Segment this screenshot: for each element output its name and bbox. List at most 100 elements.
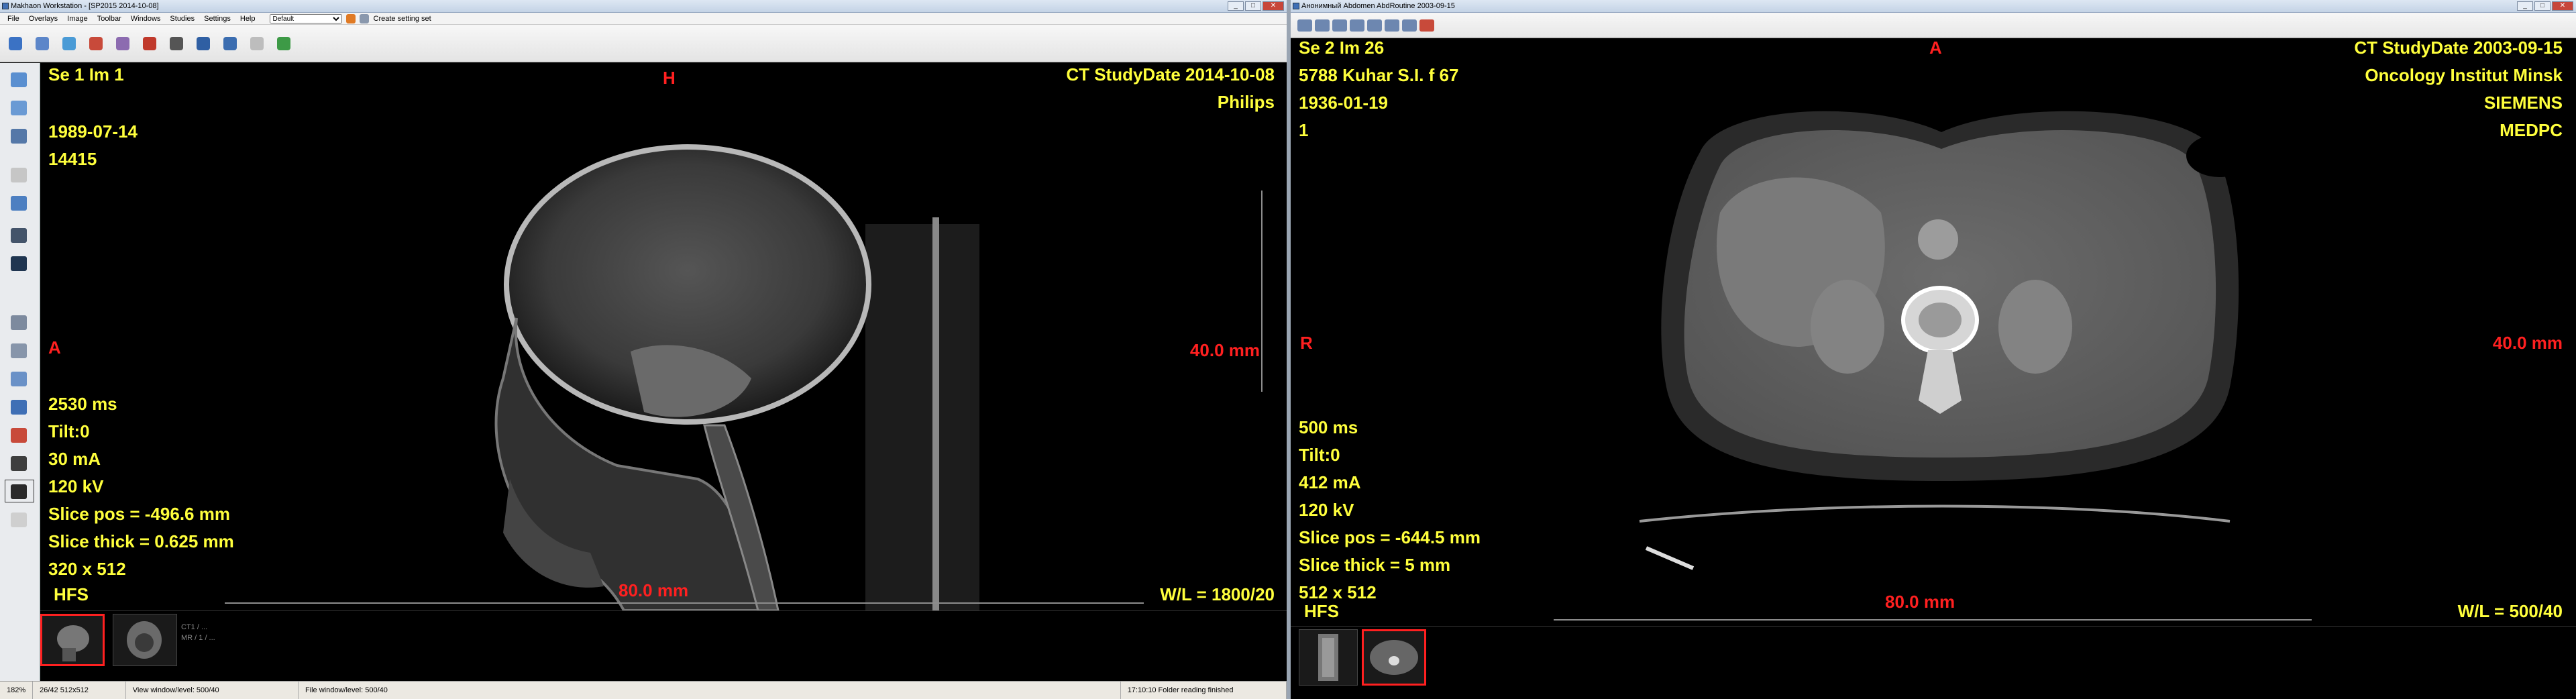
- thumbnail-caption-2: MR / 1 / ...: [181, 634, 215, 642]
- tool-monitor[interactable]: [5, 224, 34, 246]
- main-toolbar: [0, 25, 1287, 62]
- search-icon: [11, 196, 27, 211]
- thumbnail-head-image: [127, 621, 162, 659]
- save-button[interactable]: [31, 32, 54, 56]
- gear-icon[interactable]: [359, 13, 369, 23]
- thumbnail-caption-1: CT1 / ...: [181, 623, 208, 631]
- menu-studies[interactable]: Studies: [165, 13, 199, 25]
- left-image-viewport[interactable]: Se 1 Im 1 1989-07-14 14415 H CT StudyDat…: [40, 63, 1287, 610]
- menu-file[interactable]: File: [3, 13, 24, 25]
- close-series-icon[interactable]: [1419, 19, 1434, 32]
- tool-disabled-2[interactable]: [5, 508, 34, 530]
- folder-icon: [9, 36, 22, 50]
- menu-help[interactable]: Help: [235, 13, 260, 25]
- tool-pencil[interactable]: [5, 311, 34, 333]
- settings-button[interactable]: [138, 32, 161, 56]
- right-image-viewport[interactable]: Se 2 Im 26 5788 Kuhar S.I. f 67 1936-01-…: [1291, 38, 2576, 626]
- menu-overlays[interactable]: Overlays: [24, 13, 62, 25]
- grid-icon[interactable]: [1385, 19, 1399, 32]
- screen-icon: [11, 256, 27, 271]
- vertical-scale-label: 40.0 mm: [1189, 340, 1260, 360]
- kvp: 120 kV: [48, 476, 104, 496]
- orientation-left: R: [1300, 333, 1313, 353]
- exposure-time: 500 ms: [1299, 417, 1358, 437]
- tool-contrast[interactable]: [5, 452, 34, 474]
- tube-current: 412 mA: [1299, 472, 1361, 492]
- thumbnail-axial-image: [1370, 640, 1418, 675]
- network-icon: [223, 36, 237, 50]
- patient-id: 14415: [48, 149, 97, 169]
- shield-icon[interactable]: [345, 13, 356, 23]
- left-workstation-window: Makhaon Workstation - [SP2015 2014-10-08…: [0, 0, 1287, 699]
- right-title-bar: Анонимный Abdomen AbdRoutine 2003-09-15 …: [1291, 0, 2576, 13]
- tool-patient[interactable]: [5, 68, 34, 90]
- tool-window-level[interactable]: [5, 480, 34, 502]
- manufacturer: SIEMENS: [2483, 93, 2563, 113]
- study-date: CT StudyDate 2003-09-15: [2354, 38, 2563, 58]
- institution: Oncology Institut Minsk: [2365, 65, 2563, 85]
- forward-icon[interactable]: [1315, 19, 1330, 32]
- layout-icon: [197, 36, 210, 50]
- menu-settings[interactable]: Settings: [199, 13, 235, 25]
- thumbnail-series-2[interactable]: [1362, 629, 1426, 686]
- open-folder-button[interactable]: [4, 32, 27, 56]
- study-date: CT StudyDate 2014-10-08: [1066, 64, 1275, 85]
- red-tool-button[interactable]: [85, 32, 107, 56]
- tool-measure[interactable]: [5, 339, 34, 361]
- slice-position: Slice pos = -496.6 mm: [48, 504, 230, 524]
- horizontal-ruler: [1554, 619, 2312, 626]
- tool-disabled-1[interactable]: [5, 164, 34, 185]
- filter-icon: [170, 36, 183, 50]
- maximize-button[interactable]: □: [1245, 1, 1261, 11]
- orientation-top: A: [1929, 38, 1942, 58]
- tool-angle[interactable]: [5, 368, 34, 389]
- minimize-button[interactable]: _: [1228, 1, 1244, 11]
- filter-button[interactable]: [165, 32, 188, 56]
- menu-windows[interactable]: Windows: [126, 13, 166, 25]
- tool-search[interactable]: [5, 192, 34, 213]
- create-setting-set-link[interactable]: Create setting set: [369, 13, 436, 25]
- wrench-icon: [143, 36, 156, 50]
- horizontal-scale-label: 80.0 mm: [1885, 592, 1955, 612]
- right-minimize-button[interactable]: _: [2517, 1, 2533, 11]
- printer-icon: [116, 36, 129, 50]
- disabled-icon: [11, 513, 27, 527]
- tool-arrow[interactable]: [5, 396, 34, 417]
- tool-icon: [89, 36, 103, 50]
- export-button[interactable]: [58, 32, 80, 56]
- series-image-label: Se 2 Im 26: [1299, 38, 1385, 58]
- play-icon[interactable]: [1332, 19, 1347, 32]
- flag-icon: [11, 428, 27, 443]
- thumbnail-series-2[interactable]: [113, 614, 177, 666]
- monitor-icon: [11, 228, 27, 243]
- close-button[interactable]: ✕: [1263, 1, 1284, 11]
- right-close-button[interactable]: ✕: [2552, 1, 2573, 11]
- sync-icon[interactable]: [1367, 19, 1382, 32]
- check-button[interactable]: [272, 32, 295, 56]
- tool-screen[interactable]: [5, 252, 34, 274]
- menu-image[interactable]: Image: [62, 13, 93, 25]
- export-icon[interactable]: [1402, 19, 1417, 32]
- tool-database[interactable]: [5, 125, 34, 146]
- back-icon[interactable]: [1297, 19, 1312, 32]
- layout-icon[interactable]: [1350, 19, 1364, 32]
- network-button[interactable]: [219, 32, 241, 56]
- kvp: 120 kV: [1299, 500, 1354, 520]
- patient-name: 5788 Kuhar S.I. f 67: [1299, 65, 1459, 85]
- print-button[interactable]: [111, 32, 134, 56]
- tool-flag[interactable]: [5, 424, 34, 445]
- orientation-left: A: [48, 337, 61, 358]
- tool-users[interactable]: [5, 97, 34, 118]
- thumbnail-series-1[interactable]: [40, 614, 105, 666]
- setting-preset-select[interactable]: Default: [269, 13, 342, 23]
- menu-toolbar[interactable]: Toolbar: [93, 13, 126, 25]
- thumbnail-series-1[interactable]: [1299, 629, 1358, 686]
- right-maximize-button[interactable]: □: [2534, 1, 2551, 11]
- study-window-icon: [1293, 3, 1299, 9]
- thumbnail-scout-image: [1318, 634, 1338, 681]
- layout-button[interactable]: [192, 32, 215, 56]
- study-toolbar: [1291, 13, 2576, 38]
- disabled-icon: [250, 36, 264, 50]
- disabled-tool-button[interactable]: [246, 32, 268, 56]
- right-window-title: Анонимный Abdomen AbdRoutine 2003-09-15: [1301, 2, 1455, 10]
